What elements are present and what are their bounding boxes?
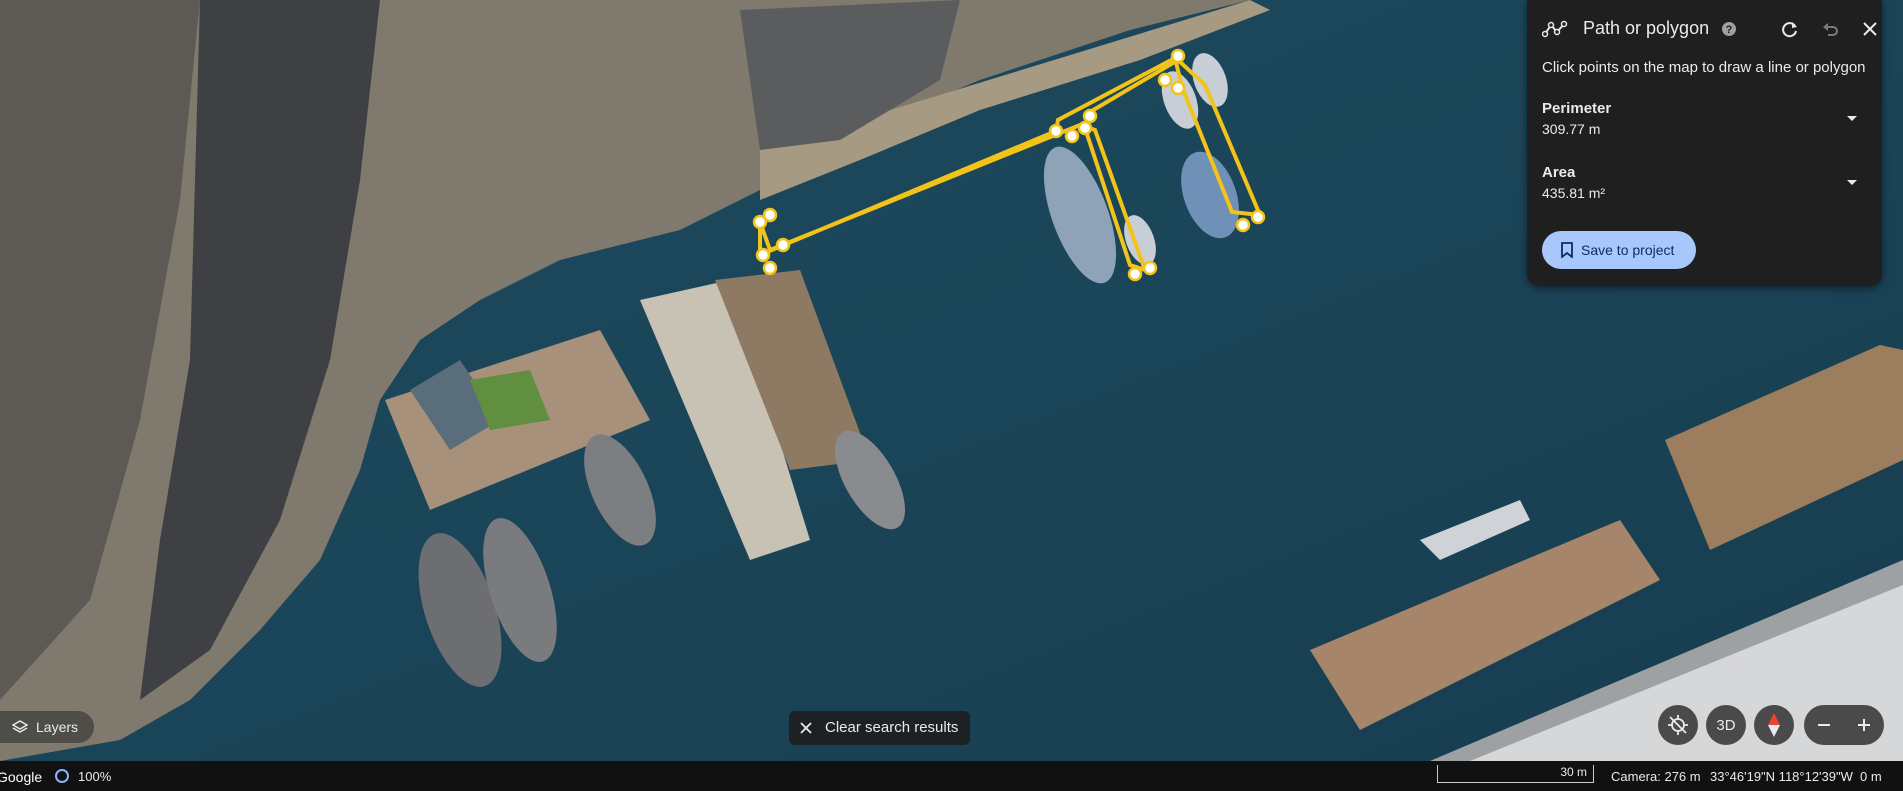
perimeter-chevron-down-icon[interactable] xyxy=(1842,108,1862,128)
plus-icon xyxy=(1858,719,1870,731)
svg-text:?: ? xyxy=(1726,24,1733,36)
save-button-label: Save to project xyxy=(1581,242,1675,258)
area-row[interactable]: Area 435.81 m² xyxy=(1542,164,1862,208)
layers-label: Layers xyxy=(36,719,79,735)
loading-indicator-icon xyxy=(55,769,69,783)
zoom-out-button[interactable] xyxy=(1804,705,1844,745)
zoom-in-button[interactable] xyxy=(1844,705,1884,745)
panel-header: Path or polygon ? xyxy=(1527,0,1882,58)
coordinates: 33°46'19"N 118°12'39"W xyxy=(1710,769,1853,784)
status-bar: Google 100% 30 m Camera: 276 m 33°46'19"… xyxy=(0,761,1903,791)
compass-icon xyxy=(1768,713,1780,737)
clear-search-results-button[interactable]: Clear search results xyxy=(789,711,970,745)
panel-instruction: Click points on the map to draw a line o… xyxy=(1542,59,1866,76)
zoom-controls xyxy=(1804,705,1884,745)
area-chevron-down-icon[interactable] xyxy=(1842,172,1862,192)
compass-button[interactable] xyxy=(1754,705,1794,745)
help-icon[interactable]: ? xyxy=(1716,16,1742,42)
panel-title: Path or polygon xyxy=(1583,18,1710,38)
layers-icon xyxy=(12,720,28,733)
location-off-button[interactable] xyxy=(1658,705,1698,745)
undo-icon[interactable] xyxy=(1817,16,1843,42)
layers-button[interactable]: Layers xyxy=(0,711,94,743)
google-logo: Google xyxy=(0,769,43,785)
perimeter-row[interactable]: Perimeter 309.77 m xyxy=(1542,100,1862,144)
path-icon xyxy=(1542,20,1568,38)
redo-icon[interactable] xyxy=(1777,16,1803,42)
close-icon[interactable] xyxy=(1857,16,1883,42)
camera-altitude: Camera: 276 m xyxy=(1611,769,1701,784)
clear-search-label: Clear search results xyxy=(825,719,959,736)
path-polygon-panel: Path or polygon ? Click points on the ma… xyxy=(1527,0,1882,286)
elevation: 0 m xyxy=(1860,769,1882,784)
3d-toggle-button[interactable]: 3D xyxy=(1706,705,1746,745)
bookmark-icon xyxy=(1561,242,1573,258)
scale-label: 30 m xyxy=(1560,765,1587,779)
load-percent: 100% xyxy=(78,769,112,784)
3d-label: 3D xyxy=(1716,716,1736,734)
area-label: Area xyxy=(1542,164,1576,181)
perimeter-value: 309.77 m xyxy=(1542,121,1601,137)
area-value: 435.81 m² xyxy=(1542,185,1606,201)
scale-bar[interactable]: 30 m xyxy=(1437,765,1594,783)
perimeter-label: Perimeter xyxy=(1542,100,1612,117)
save-to-project-button[interactable]: Save to project xyxy=(1542,231,1696,269)
minus-icon xyxy=(1818,724,1830,726)
close-icon xyxy=(800,722,812,734)
location-off-icon xyxy=(1668,715,1688,735)
